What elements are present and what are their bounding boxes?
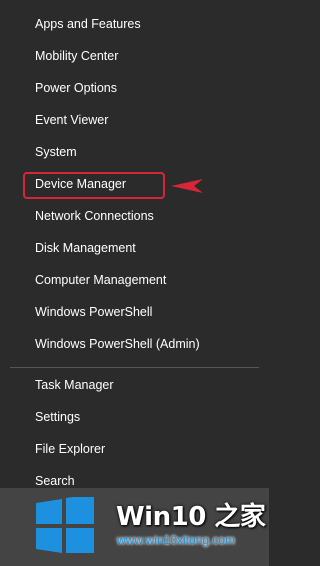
menu-item-mobility-center[interactable]: Mobility Center: [0, 40, 269, 72]
menu-item-network-connections[interactable]: Network Connections: [0, 200, 269, 232]
menu-item-file-explorer[interactable]: File Explorer: [0, 433, 269, 465]
windows-logo-icon: [36, 497, 94, 553]
menu-divider: [10, 367, 259, 368]
watermark-title: Win10 之家: [116, 502, 266, 532]
menu-item-event-viewer[interactable]: Event Viewer: [0, 104, 269, 136]
menu-item-disk-management[interactable]: Disk Management: [0, 232, 269, 264]
left-arrow-pointer-icon: [171, 179, 203, 193]
menu-item-apps-and-features[interactable]: Apps and Features: [0, 8, 269, 40]
watermark: Win10 之家 www.win10xitong.com: [0, 488, 269, 566]
menu-item-settings[interactable]: Settings: [0, 401, 269, 433]
device-manager-highlight-box: [23, 172, 165, 199]
menu-item-windows-powershell-admin[interactable]: Windows PowerShell (Admin): [0, 328, 269, 360]
menu-item-system[interactable]: System: [0, 136, 269, 168]
menu-item-computer-management[interactable]: Computer Management: [0, 264, 269, 296]
menu-item-task-manager[interactable]: Task Manager: [0, 369, 269, 401]
menu-item-power-options[interactable]: Power Options: [0, 72, 269, 104]
watermark-url: www.win10xitong.com: [117, 533, 236, 547]
winx-context-menu: Apps and Features Mobility Center Power …: [0, 0, 269, 566]
menu-item-windows-powershell[interactable]: Windows PowerShell: [0, 296, 269, 328]
